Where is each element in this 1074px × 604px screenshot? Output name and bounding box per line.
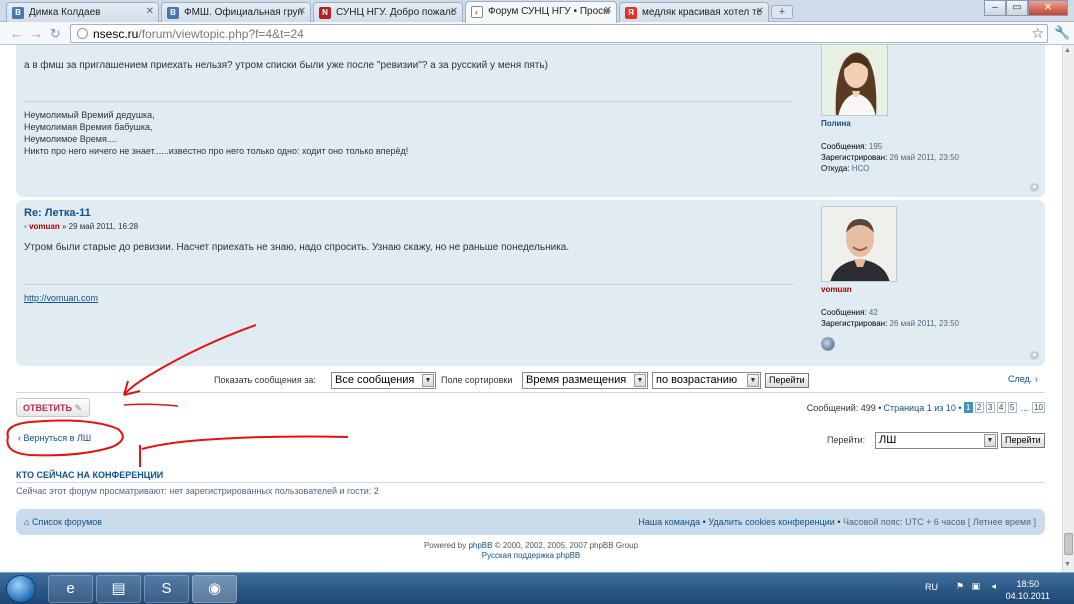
windows-taskbar: e ▤ S ◉ RU ⚑ ▣ ◂ 18:50 04.10.2011 (0, 572, 1074, 604)
address-bar[interactable]: nsesc.ru/forum/viewtopic.php?f=4&t=24 ☆ (70, 24, 1048, 43)
new-tab-button[interactable]: + (771, 5, 793, 19)
scroll-down-icon[interactable]: ▼ (1064, 561, 1071, 568)
start-button[interactable] (6, 575, 36, 603)
close-window-icon[interactable]: ✕ (1028, 0, 1068, 16)
reload-icon[interactable]: ↻ (50, 26, 61, 42)
browser-tab-active[interactable]: ◐ Форум СУНЦ НГУ • Просм ✕ (465, 1, 617, 23)
tab-close-icon[interactable]: ✕ (146, 6, 154, 17)
window-controls: – ▭ ✕ (984, 0, 1068, 16)
chrome-icon[interactable]: ◉ (192, 575, 237, 603)
tab-close-icon[interactable]: ✕ (450, 6, 458, 17)
file-explorer-icon[interactable]: ▤ (96, 575, 141, 603)
annotation-arrow-reply (123, 324, 257, 396)
tab-strip: B Димка Колдаев ✕ B ФМШ. Официальная гру… (0, 0, 1074, 23)
bookmark-star-icon[interactable]: ☆ (1031, 25, 1044, 42)
internet-explorer-icon[interactable]: e (48, 575, 93, 603)
vk-icon: B (167, 7, 179, 19)
browser-tab[interactable]: B Димка Колдаев ✕ (6, 2, 159, 22)
back-arrow-icon[interactable]: ← (10, 26, 23, 41)
tab-title: Димка Колдаев (29, 7, 101, 18)
forward-arrow-icon[interactable]: → (30, 26, 43, 41)
tab-title: СУНЦ НГУ. Добро пожалс (336, 7, 456, 18)
browser-tab[interactable]: N СУНЦ НГУ. Добро пожалс ✕ (313, 2, 463, 22)
vk-icon: B (12, 7, 24, 19)
minimize-icon[interactable]: – (984, 0, 1006, 16)
browser-toolbar: ← → ↻ nsesc.ru/forum/viewtopic.php?f=4&t… (0, 22, 1074, 45)
flag-icon[interactable]: ⚑ (956, 581, 964, 592)
red-annotations (6, 324, 349, 467)
tab-title: ФМШ. Официальная груп (184, 7, 303, 18)
tab-close-icon[interactable]: ✕ (756, 6, 764, 17)
tab-close-icon[interactable]: ✕ (298, 6, 306, 17)
tab-close-icon[interactable]: ✕ (604, 5, 612, 16)
browser-tab[interactable]: B ФМШ. Официальная груп ✕ (161, 2, 311, 22)
annotation-arrow-back (141, 435, 349, 450)
clock[interactable]: 18:50 04.10.2011 (1006, 578, 1050, 602)
scroll-up-icon[interactable]: ▲ (1064, 47, 1071, 54)
page-viewport: а в фмш за приглашением приехать нельзя?… (0, 45, 1062, 572)
tab-title: Форум СУНЦ НГУ • Просм (488, 6, 610, 17)
page-icon: ◐ (471, 6, 483, 18)
language-indicator[interactable]: RU (925, 582, 938, 592)
volume-icon[interactable]: ◂ (991, 581, 996, 592)
url-text[interactable]: nsesc.ru/forum/viewtopic.php?f=4&t=24 (93, 27, 304, 41)
skype-icon[interactable]: S (144, 575, 189, 603)
tab-title: медляк красивая хотел те (642, 7, 762, 18)
nsesc-icon: N (319, 7, 331, 19)
yandex-icon: Я (625, 7, 637, 19)
wrench-menu-icon[interactable]: 🔧 (1054, 25, 1070, 41)
scrollbar-thumb[interactable] (1064, 533, 1073, 555)
annotation-circle-back (6, 419, 124, 457)
page-info-icon[interactable] (77, 28, 88, 39)
browser-tab[interactable]: Я медляк красивая хотел те ✕ (619, 2, 769, 22)
network-icon[interactable]: ▣ (971, 581, 980, 592)
page-scrollbar[interactable]: ▲ ▼ (1062, 45, 1074, 572)
maximize-icon[interactable]: ▭ (1006, 0, 1028, 16)
